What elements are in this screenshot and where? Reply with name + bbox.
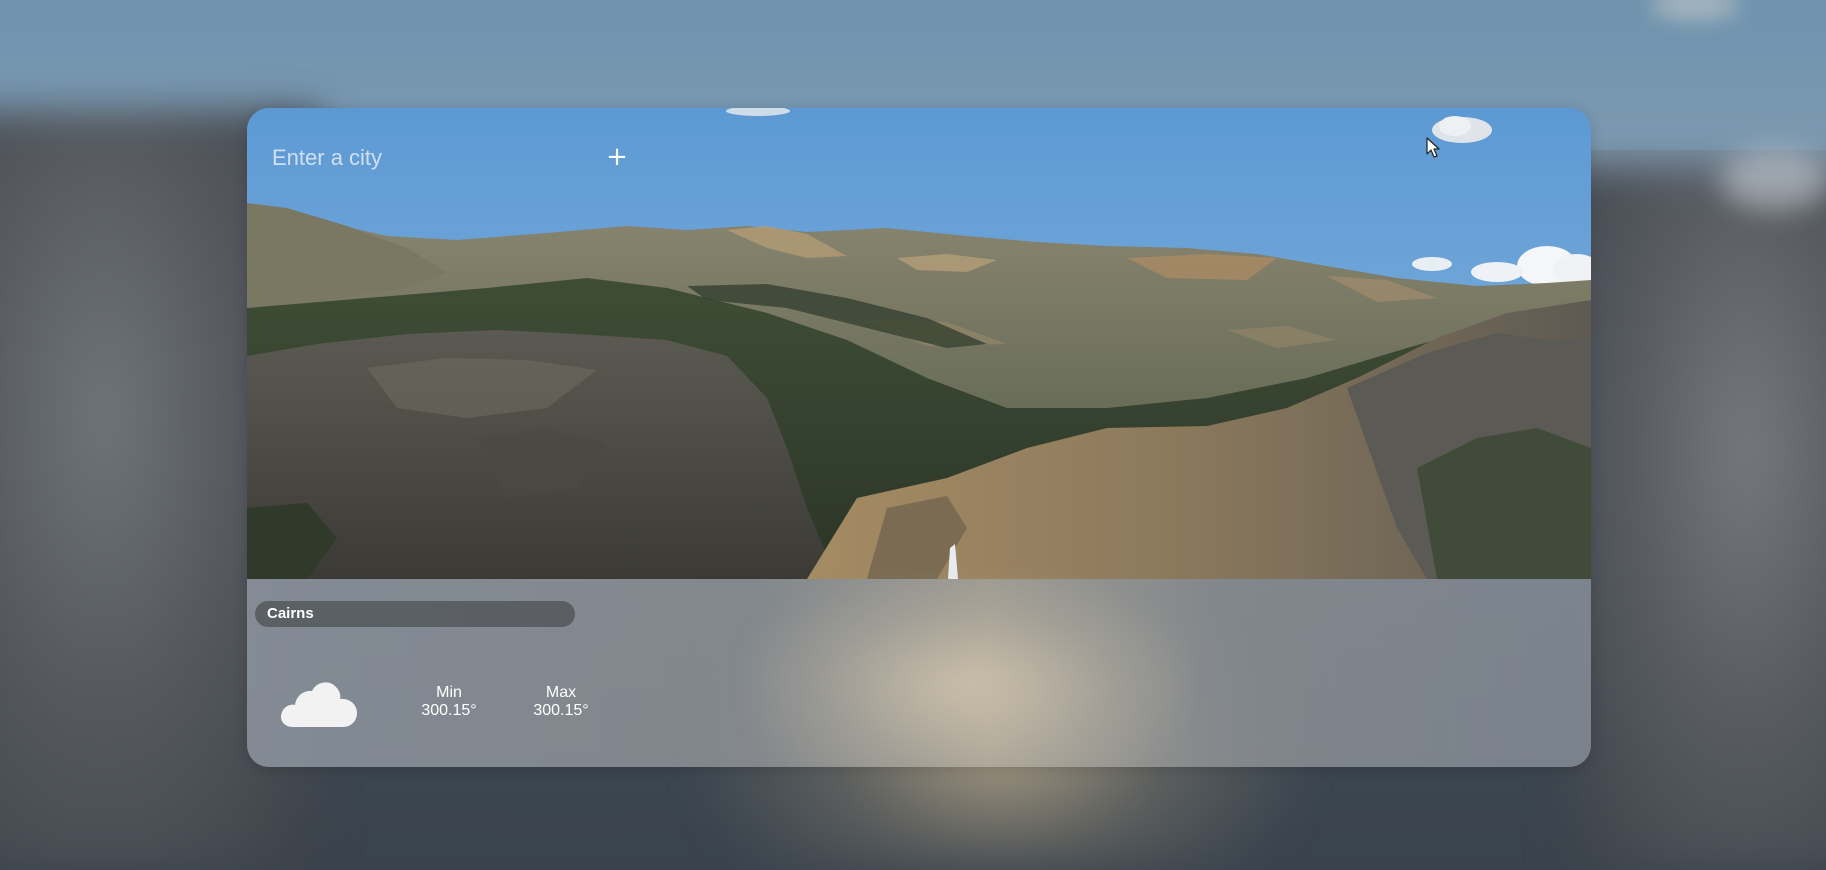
panel-glow [747,579,1187,767]
max-temperature: Max 300.15° [526,684,596,720]
weather-card: + Cairns Min 300.15° Max 300.15° [247,108,1591,767]
min-value: 300.15° [421,702,477,719]
blurred-mountain-right [1566,170,1826,870]
max-label: Max [545,684,577,701]
cloud-icon [281,682,357,727]
blurred-cloud [1720,150,1826,210]
weather-panel: Cairns Min 300.15° Max 300.15° [247,579,1591,767]
city-search: + [272,138,652,178]
min-label: Min [436,684,462,701]
min-temperature: Min 300.15° [414,684,484,720]
add-city-button[interactable]: + [602,142,632,172]
city-name-badge: Cairns [255,601,575,627]
mouse-cursor-icon [1426,137,1440,158]
city-search-input[interactable] [272,139,592,177]
max-value: 300.15° [533,702,589,719]
landscape-image: + [247,108,1591,579]
